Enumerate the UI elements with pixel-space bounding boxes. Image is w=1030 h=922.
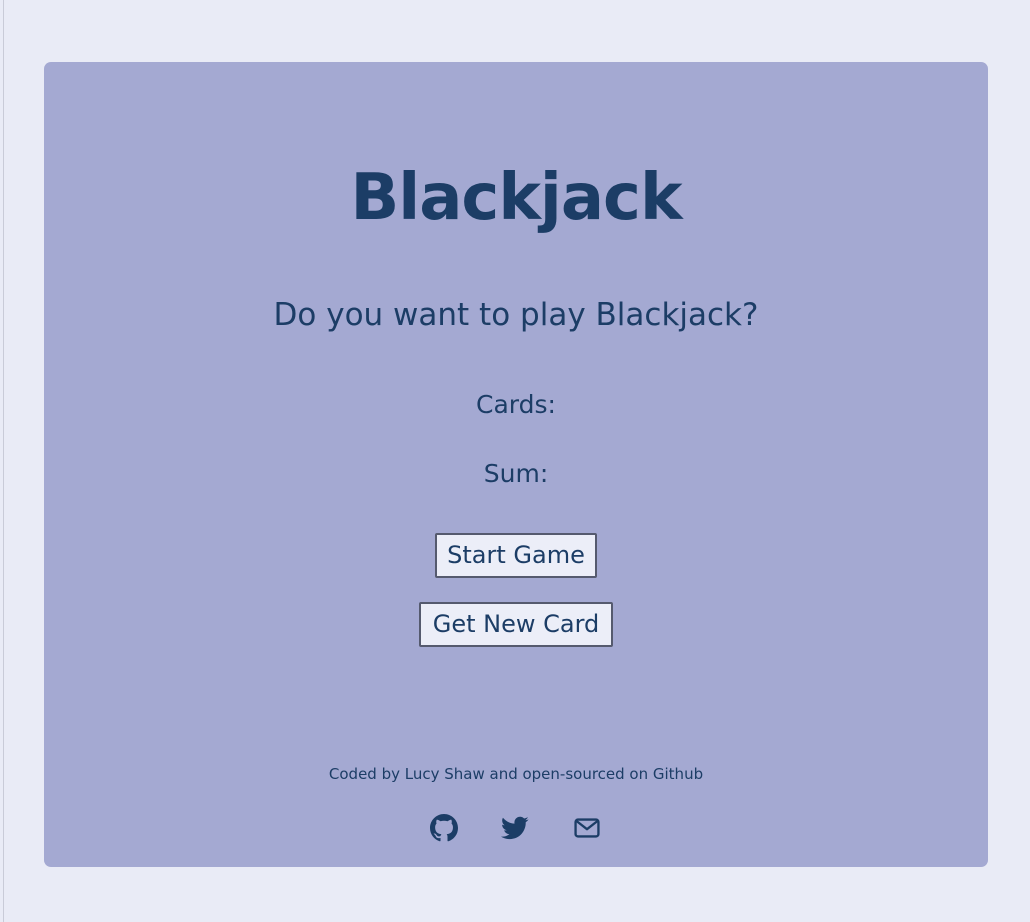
new-card-button[interactable]: Get New Card	[419, 602, 613, 647]
mail-icon[interactable]	[573, 814, 601, 842]
game-card: Blackjack Do you want to play Blackjack?…	[44, 62, 988, 867]
social-links	[44, 814, 988, 842]
github-icon[interactable]	[430, 814, 458, 842]
page-left-border	[3, 0, 4, 922]
footer-credit: Coded by Lucy Shaw and open-sourced on G…	[328, 765, 704, 783]
start-game-button[interactable]: Start Game	[435, 533, 597, 578]
game-message: Do you want to play Blackjack?	[273, 297, 759, 333]
sum-display: Sum:	[483, 459, 549, 488]
twitter-icon[interactable]	[501, 814, 529, 842]
cards-display: Cards:	[476, 390, 556, 419]
page-title: Blackjack	[350, 161, 682, 235]
